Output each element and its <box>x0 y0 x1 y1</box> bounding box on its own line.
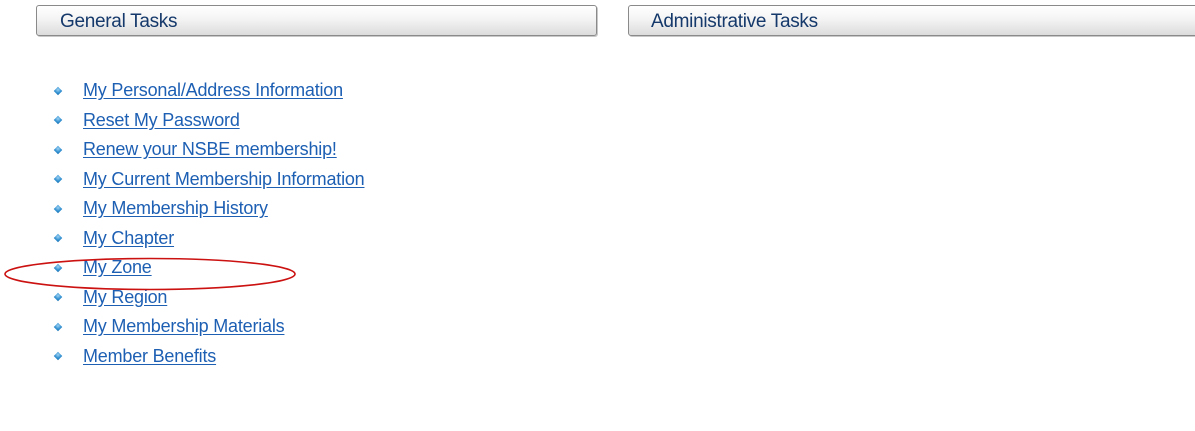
general-tasks-header: General Tasks <box>36 5 597 36</box>
list-item: Reset My Password <box>53 106 365 136</box>
diamond-bullet-icon <box>53 86 63 95</box>
diamond-bullet-icon <box>53 322 63 331</box>
link-membership-materials[interactable]: My Membership Materials <box>83 316 285 337</box>
list-item: Member Benefits <box>53 342 365 372</box>
list-item: My Current Membership Information <box>53 165 365 195</box>
link-membership-history[interactable]: My Membership History <box>83 198 268 219</box>
diamond-bullet-icon <box>53 175 63 184</box>
administrative-tasks-title: Administrative Tasks <box>651 11 818 32</box>
general-tasks-list: My Personal/Address Information Reset My… <box>53 76 365 372</box>
list-item: Renew your NSBE membership! <box>53 135 365 165</box>
diamond-bullet-icon <box>53 352 63 361</box>
link-renew-membership[interactable]: Renew your NSBE membership! <box>83 139 337 160</box>
diamond-bullet-icon <box>53 145 63 154</box>
link-my-zone[interactable]: My Zone <box>83 257 152 278</box>
list-item: My Membership History <box>53 194 365 224</box>
link-my-chapter[interactable]: My Chapter <box>83 228 174 249</box>
link-member-benefits[interactable]: Member Benefits <box>83 346 216 367</box>
link-personal-address-information[interactable]: My Personal/Address Information <box>83 80 343 101</box>
link-reset-password[interactable]: Reset My Password <box>83 110 240 131</box>
diamond-bullet-icon <box>53 263 63 272</box>
list-item: My Membership Materials <box>53 312 365 342</box>
administrative-tasks-header: Administrative Tasks <box>628 5 1195 36</box>
diamond-bullet-icon <box>53 234 63 243</box>
list-item: My Personal/Address Information <box>53 76 365 106</box>
diamond-bullet-icon <box>53 116 63 125</box>
link-current-membership-information[interactable]: My Current Membership Information <box>83 169 365 190</box>
link-my-region[interactable]: My Region <box>83 287 167 308</box>
list-item: My Region <box>53 283 365 313</box>
list-item: My Chapter <box>53 224 365 254</box>
diamond-bullet-icon <box>53 293 63 302</box>
general-tasks-title: General Tasks <box>60 11 178 32</box>
diamond-bullet-icon <box>53 204 63 213</box>
list-item: My Zone <box>53 253 365 283</box>
